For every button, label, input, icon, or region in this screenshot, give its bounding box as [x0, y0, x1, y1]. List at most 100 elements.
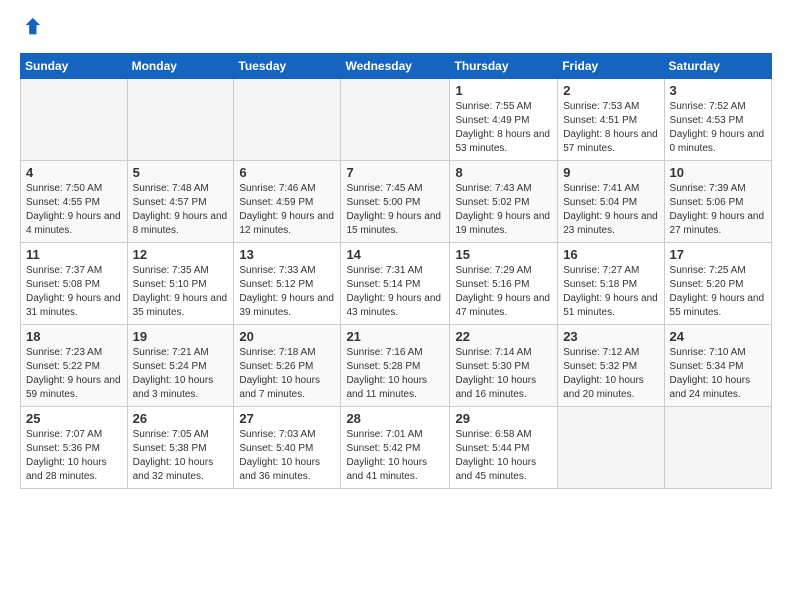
- day-number: 25: [26, 411, 122, 426]
- day-number: 22: [455, 329, 552, 344]
- calendar-cell: 11 Sunrise: 7:37 AM Sunset: 5:08 PM Dayli…: [21, 243, 128, 325]
- day-number: 16: [563, 247, 658, 262]
- calendar-cell: 8 Sunrise: 7:43 AM Sunset: 5:02 PM Daylig…: [450, 161, 558, 243]
- day-info: Sunrise: 7:55 AM Sunset: 4:49 PM Dayligh…: [455, 100, 552, 156]
- weekday-header: Saturday: [664, 54, 771, 79]
- weekday-header: Thursday: [450, 54, 558, 79]
- calendar-cell: 27 Sunrise: 7:03 AM Sunset: 5:40 PM Dayli…: [234, 407, 341, 489]
- day-number: 24: [670, 329, 766, 344]
- calendar-cell: [21, 79, 128, 161]
- day-number: 14: [346, 247, 444, 262]
- day-number: 29: [455, 411, 552, 426]
- day-info: Sunrise: 7:01 AM Sunset: 5:42 PM Dayligh…: [346, 428, 444, 484]
- weekday-header: Wednesday: [341, 54, 450, 79]
- day-number: 5: [133, 165, 229, 180]
- calendar-cell: 9 Sunrise: 7:41 AM Sunset: 5:04 PM Daylig…: [558, 161, 664, 243]
- calendar-cell: [558, 407, 664, 489]
- day-number: 26: [133, 411, 229, 426]
- calendar-cell: 19 Sunrise: 7:21 AM Sunset: 5:24 PM Dayli…: [127, 325, 234, 407]
- weekday-header-row: SundayMondayTuesdayWednesdayThursdayFrid…: [21, 54, 772, 79]
- calendar-cell: 21 Sunrise: 7:16 AM Sunset: 5:28 PM Dayli…: [341, 325, 450, 407]
- day-info: Sunrise: 7:16 AM Sunset: 5:28 PM Dayligh…: [346, 346, 444, 402]
- calendar-cell: [341, 79, 450, 161]
- weekday-header: Tuesday: [234, 54, 341, 79]
- calendar-cell: 15 Sunrise: 7:29 AM Sunset: 5:16 PM Dayli…: [450, 243, 558, 325]
- logo: [20, 16, 44, 43]
- day-info: Sunrise: 7:14 AM Sunset: 5:30 PM Dayligh…: [455, 346, 552, 402]
- calendar-cell: 3 Sunrise: 7:52 AM Sunset: 4:53 PM Daylig…: [664, 79, 771, 161]
- day-number: 10: [670, 165, 766, 180]
- calendar-cell: 28 Sunrise: 7:01 AM Sunset: 5:42 PM Dayli…: [341, 407, 450, 489]
- day-info: Sunrise: 7:52 AM Sunset: 4:53 PM Dayligh…: [670, 100, 766, 156]
- day-number: 13: [239, 247, 335, 262]
- day-number: 23: [563, 329, 658, 344]
- day-info: Sunrise: 7:29 AM Sunset: 5:16 PM Dayligh…: [455, 264, 552, 320]
- day-number: 1: [455, 83, 552, 98]
- day-info: Sunrise: 7:05 AM Sunset: 5:38 PM Dayligh…: [133, 428, 229, 484]
- calendar-cell: 29 Sunrise: 6:58 AM Sunset: 5:44 PM Dayli…: [450, 407, 558, 489]
- day-info: Sunrise: 7:45 AM Sunset: 5:00 PM Dayligh…: [346, 182, 444, 238]
- calendar-cell: 10 Sunrise: 7:39 AM Sunset: 5:06 PM Dayli…: [664, 161, 771, 243]
- calendar-cell: 12 Sunrise: 7:35 AM Sunset: 5:10 PM Dayli…: [127, 243, 234, 325]
- day-info: Sunrise: 7:21 AM Sunset: 5:24 PM Dayligh…: [133, 346, 229, 402]
- day-info: Sunrise: 7:33 AM Sunset: 5:12 PM Dayligh…: [239, 264, 335, 320]
- weekday-header: Sunday: [21, 54, 128, 79]
- day-info: Sunrise: 7:41 AM Sunset: 5:04 PM Dayligh…: [563, 182, 658, 238]
- calendar-cell: [234, 79, 341, 161]
- day-number: 12: [133, 247, 229, 262]
- day-number: 21: [346, 329, 444, 344]
- day-number: 27: [239, 411, 335, 426]
- header: [20, 16, 772, 43]
- calendar: SundayMondayTuesdayWednesdayThursdayFrid…: [20, 53, 772, 489]
- calendar-cell: [127, 79, 234, 161]
- calendar-week-row: 1 Sunrise: 7:55 AM Sunset: 4:49 PM Daylig…: [21, 79, 772, 161]
- calendar-cell: [664, 407, 771, 489]
- weekday-header: Monday: [127, 54, 234, 79]
- day-number: 3: [670, 83, 766, 98]
- day-info: Sunrise: 7:43 AM Sunset: 5:02 PM Dayligh…: [455, 182, 552, 238]
- day-number: 6: [239, 165, 335, 180]
- logo-icon: [20, 16, 42, 38]
- calendar-cell: 26 Sunrise: 7:05 AM Sunset: 5:38 PM Dayli…: [127, 407, 234, 489]
- calendar-week-row: 18Sunrise: 7:23 AM Sunset: 5:22 PM Dayli…: [21, 325, 772, 407]
- day-info: Sunrise: 7:48 AM Sunset: 4:57 PM Dayligh…: [133, 182, 229, 238]
- day-number: 2: [563, 83, 658, 98]
- day-number: 15: [455, 247, 552, 262]
- day-number: 9: [563, 165, 658, 180]
- day-info: Sunrise: 7:39 AM Sunset: 5:06 PM Dayligh…: [670, 182, 766, 238]
- day-info: Sunrise: 7:07 AM Sunset: 5:36 PM Dayligh…: [26, 428, 122, 484]
- calendar-cell: 23 Sunrise: 7:12 AM Sunset: 5:32 PM Dayli…: [558, 325, 664, 407]
- calendar-cell: 2 Sunrise: 7:53 AM Sunset: 4:51 PM Daylig…: [558, 79, 664, 161]
- day-info: Sunrise: 7:27 AM Sunset: 5:18 PM Dayligh…: [563, 264, 658, 320]
- calendar-cell: 22 Sunrise: 7:14 AM Sunset: 5:30 PM Dayli…: [450, 325, 558, 407]
- calendar-cell: 14 Sunrise: 7:31 AM Sunset: 5:14 PM Dayli…: [341, 243, 450, 325]
- day-number: 8: [455, 165, 552, 180]
- day-number: 20: [239, 329, 335, 344]
- calendar-cell: 5 Sunrise: 7:48 AM Sunset: 4:57 PM Daylig…: [127, 161, 234, 243]
- day-info: Sunrise: 7:50 AM Sunset: 4:55 PM Dayligh…: [26, 182, 122, 238]
- day-number: 4: [26, 165, 122, 180]
- day-info: Sunrise: 7:12 AM Sunset: 5:32 PM Dayligh…: [563, 346, 658, 402]
- day-info: Sunrise: 6:58 AM Sunset: 5:44 PM Dayligh…: [455, 428, 552, 484]
- day-info: Sunrise: 7:31 AM Sunset: 5:14 PM Dayligh…: [346, 264, 444, 320]
- calendar-cell: 16 Sunrise: 7:27 AM Sunset: 5:18 PM Dayli…: [558, 243, 664, 325]
- calendar-cell: 17 Sunrise: 7:25 AM Sunset: 5:20 PM Dayli…: [664, 243, 771, 325]
- day-info: Sunrise: 7:46 AM Sunset: 4:59 PM Dayligh…: [239, 182, 335, 238]
- calendar-cell: 6 Sunrise: 7:46 AM Sunset: 4:59 PM Daylig…: [234, 161, 341, 243]
- day-info: Sunrise: 7:23 AM Sunset: 5:22 PM Dayligh…: [26, 346, 122, 402]
- calendar-cell: 13 Sunrise: 7:33 AM Sunset: 5:12 PM Dayli…: [234, 243, 341, 325]
- day-info: Sunrise: 7:03 AM Sunset: 5:40 PM Dayligh…: [239, 428, 335, 484]
- day-number: 28: [346, 411, 444, 426]
- calendar-cell: 4 Sunrise: 7:50 AM Sunset: 4:55 PM Daylig…: [21, 161, 128, 243]
- day-number: 17: [670, 247, 766, 262]
- calendar-week-row: 4 Sunrise: 7:50 AM Sunset: 4:55 PM Daylig…: [21, 161, 772, 243]
- calendar-cell: 25 Sunrise: 7:07 AM Sunset: 5:36 PM Dayli…: [21, 407, 128, 489]
- day-info: Sunrise: 7:53 AM Sunset: 4:51 PM Dayligh…: [563, 100, 658, 156]
- day-info: Sunrise: 7:37 AM Sunset: 5:08 PM Dayligh…: [26, 264, 122, 320]
- calendar-cell: 24Sunrise: 7:10 AM Sunset: 5:34 PM Dayli…: [664, 325, 771, 407]
- day-info: Sunrise: 7:35 AM Sunset: 5:10 PM Dayligh…: [133, 264, 229, 320]
- calendar-cell: 7Sunrise: 7:45 AM Sunset: 5:00 PM Daylig…: [341, 161, 450, 243]
- day-number: 19: [133, 329, 229, 344]
- day-number: 11: [26, 247, 122, 262]
- day-info: Sunrise: 7:25 AM Sunset: 5:20 PM Dayligh…: [670, 264, 766, 320]
